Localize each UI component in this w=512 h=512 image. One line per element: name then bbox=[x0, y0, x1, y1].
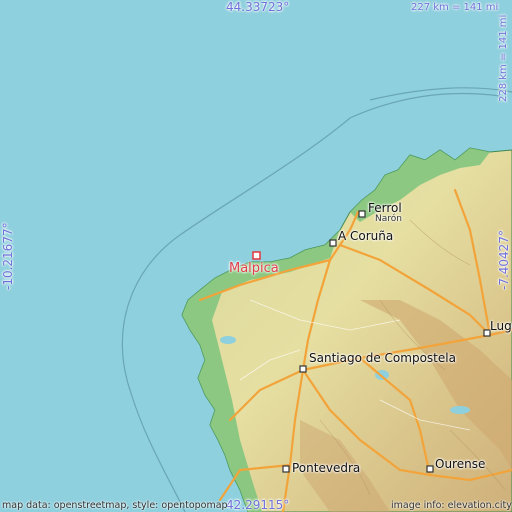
ferrol-label: Ferrol bbox=[368, 201, 402, 215]
map-canvas bbox=[0, 0, 512, 512]
scale-vertical: 228 km = 141 mi bbox=[498, 14, 509, 102]
coord-top: 44.33723° bbox=[226, 0, 290, 14]
reservoir bbox=[220, 336, 236, 344]
malpica-marker bbox=[252, 251, 261, 260]
santiago-marker bbox=[299, 365, 307, 373]
naron-label: Narón bbox=[375, 214, 402, 224]
lugo-label: Lugo bbox=[490, 319, 512, 333]
pontevedra-label: Pontevedra bbox=[292, 461, 361, 475]
coord-left: -10.21677° bbox=[1, 222, 15, 290]
pontevedra-marker bbox=[282, 465, 290, 473]
a-coruna-label: A Coruña bbox=[338, 229, 394, 243]
credit-map-data: map data: openstreetmap, style: opentopo… bbox=[2, 500, 228, 511]
ourense-label: Ourense bbox=[435, 457, 486, 471]
malpica-label: Malpica bbox=[229, 261, 279, 276]
map-view[interactable]: Malpica Ferrol Narón A Coruña Santiago d… bbox=[0, 0, 512, 512]
coord-bottom: 42.29115° bbox=[226, 498, 290, 512]
coord-right: -7.40427° bbox=[497, 230, 511, 290]
santiago-label: Santiago de Compostela bbox=[309, 351, 456, 365]
scale-horizontal: 227 km = 141 mi bbox=[411, 2, 499, 13]
ferrol-marker bbox=[358, 210, 366, 218]
credit-image-info: image info: elevation.city bbox=[391, 500, 512, 511]
ourense-marker bbox=[426, 465, 434, 473]
a-coruna-marker bbox=[329, 239, 337, 247]
